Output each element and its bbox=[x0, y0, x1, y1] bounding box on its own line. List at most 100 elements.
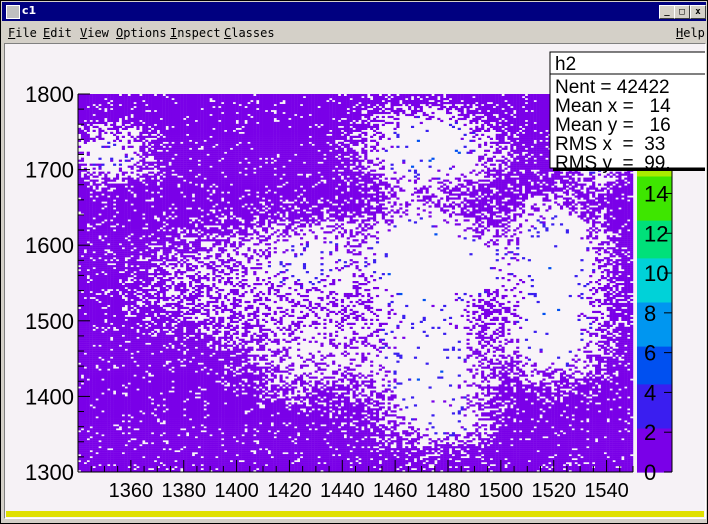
minimize-button[interactable]: _ bbox=[659, 5, 675, 19]
heatmap-cell bbox=[145, 440, 148, 442]
heatmap-cell bbox=[148, 442, 151, 444]
heatmap-cell bbox=[136, 367, 139, 369]
heatmap-cell bbox=[81, 327, 84, 329]
menu-classes[interactable]: Classes bbox=[224, 26, 275, 40]
heatmap-cell bbox=[151, 235, 154, 237]
heatmap-cell bbox=[125, 400, 128, 402]
heatmap-cell bbox=[81, 201, 84, 203]
menu-help[interactable]: Help bbox=[676, 26, 705, 40]
canvas-frame[interactable]: 1300 1400 1500 1600 1700 1800 1360 1380 1400 1420… bbox=[4, 43, 706, 519]
heatmap-cell bbox=[107, 404, 110, 406]
heatmap-cell bbox=[169, 197, 172, 199]
heatmap-cell bbox=[142, 229, 145, 231]
heatmap-cell bbox=[145, 124, 148, 126]
heatmap-cell bbox=[134, 367, 137, 369]
heatmap-cell bbox=[93, 367, 96, 369]
menu-edit[interactable]: Edit bbox=[43, 26, 72, 40]
heatmap-cell bbox=[154, 396, 157, 398]
heatmap-cell bbox=[101, 347, 104, 349]
heatmap-cell bbox=[107, 353, 110, 355]
heatmap-cell bbox=[116, 450, 119, 452]
heatmap-cell bbox=[96, 371, 99, 373]
heatmap-cell bbox=[119, 263, 122, 265]
heatmap-cell bbox=[151, 195, 154, 197]
heatmap-cell bbox=[87, 377, 90, 379]
heatmap-cell bbox=[148, 369, 151, 371]
heatmap-cell bbox=[107, 378, 110, 380]
heatmap-cell bbox=[142, 128, 145, 130]
heatmap-cell bbox=[142, 305, 145, 307]
heatmap-cell bbox=[84, 279, 87, 281]
heatmap-cell bbox=[148, 313, 151, 315]
heatmap-cell bbox=[116, 359, 119, 361]
heatmap-cell bbox=[131, 98, 134, 100]
menu-file[interactable]: File bbox=[8, 26, 37, 40]
heatmap-cell bbox=[81, 273, 84, 275]
heatmap-cell bbox=[81, 452, 84, 454]
heatmap-cell bbox=[110, 273, 113, 275]
heatmap-cell bbox=[128, 227, 131, 229]
heatmap-cell bbox=[122, 466, 125, 468]
heatmap-cell bbox=[128, 402, 131, 404]
heatmap-cell bbox=[98, 255, 101, 257]
heatmap-cell bbox=[101, 94, 104, 96]
heatmap-cell bbox=[157, 396, 160, 398]
heatmap-cell bbox=[169, 176, 172, 178]
heatmap-cell bbox=[136, 297, 139, 299]
heatmap-cell bbox=[98, 373, 101, 375]
heatmap-cell bbox=[90, 301, 93, 303]
heatmap-cell bbox=[87, 96, 90, 98]
heatmap-cell bbox=[87, 309, 90, 311]
heatmap-cell bbox=[142, 430, 145, 432]
heatmap-cell bbox=[119, 432, 122, 434]
menu-inspect[interactable]: Inspect bbox=[170, 26, 221, 40]
heatmap-cell bbox=[151, 365, 154, 367]
heatmap-cell bbox=[101, 402, 104, 404]
heatmap-cell bbox=[93, 365, 96, 367]
heatmap-cell bbox=[157, 347, 160, 349]
heatmap-cell bbox=[98, 402, 101, 404]
heatmap-cell bbox=[98, 245, 101, 247]
heatmap-cell bbox=[81, 359, 84, 361]
heatmap-cell bbox=[98, 337, 101, 339]
title-bar[interactable]: c1 _ □ x bbox=[2, 2, 706, 21]
menu-options[interactable]: Options bbox=[116, 26, 167, 40]
heatmap-cell bbox=[84, 299, 87, 301]
heatmap-cell bbox=[107, 341, 110, 343]
heatmap-cell bbox=[110, 114, 113, 116]
heatmap-cell bbox=[148, 229, 151, 231]
heatmap-cell bbox=[84, 436, 87, 438]
menu-view[interactable]: View bbox=[80, 26, 109, 40]
heatmap-cell bbox=[98, 303, 101, 305]
close-button[interactable]: x bbox=[690, 5, 706, 19]
heatmap-cell bbox=[148, 219, 151, 221]
heatmap-cell bbox=[113, 337, 116, 339]
heatmap-cell bbox=[122, 94, 125, 96]
heatmap-cell bbox=[101, 130, 104, 132]
heatmap-cell bbox=[96, 404, 99, 406]
heatmap-cell bbox=[131, 369, 134, 371]
heatmap-cell bbox=[98, 390, 101, 392]
heatmap-cell bbox=[113, 233, 116, 235]
heatmap-cell bbox=[101, 110, 104, 112]
heatmap-cell bbox=[169, 398, 172, 400]
heatmap-cell bbox=[84, 414, 87, 416]
heatmap-cell bbox=[136, 219, 139, 221]
heatmap-cell bbox=[148, 154, 151, 156]
maximize-button[interactable]: □ bbox=[674, 5, 690, 19]
heatmap-cell bbox=[145, 396, 148, 398]
heatmap-cell bbox=[169, 191, 172, 193]
heatmap-cell bbox=[90, 400, 93, 402]
heatmap-cell bbox=[148, 178, 151, 180]
heatmap-cell bbox=[134, 373, 137, 375]
heatmap-cell bbox=[145, 386, 148, 388]
heatmap-cell bbox=[160, 337, 163, 339]
heatmap-cell bbox=[128, 317, 131, 319]
histogram-canvas[interactable]: 1300140015001600170018001360 1380 1400 1420… bbox=[5, 44, 705, 510]
heatmap-cell bbox=[157, 209, 160, 211]
heatmap-cell bbox=[93, 414, 96, 416]
heatmap-cell bbox=[96, 303, 99, 305]
heatmap-cell bbox=[166, 188, 169, 190]
heatmap-cell bbox=[154, 378, 157, 380]
heatmap-cell bbox=[136, 235, 139, 237]
